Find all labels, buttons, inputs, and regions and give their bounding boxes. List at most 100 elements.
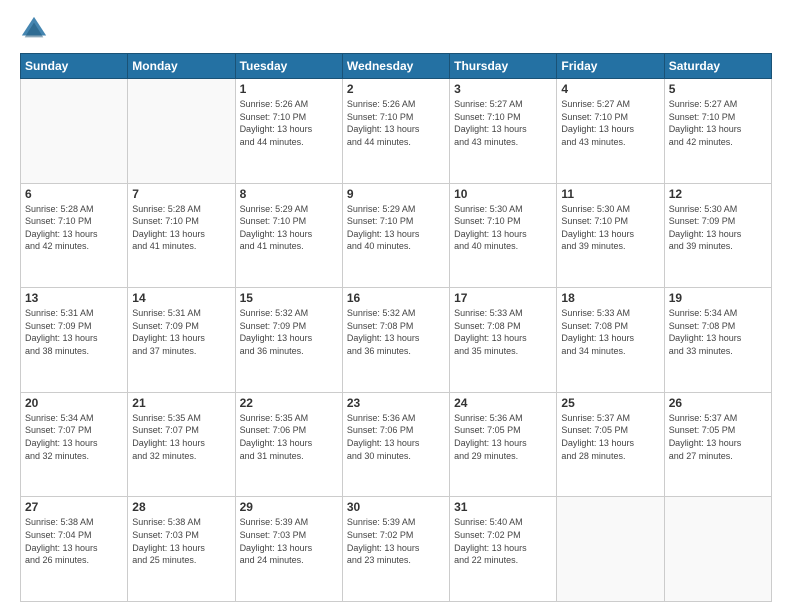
day-info: Sunrise: 5:26 AM Sunset: 7:10 PM Dayligh… xyxy=(347,98,445,148)
day-cell: 12Sunrise: 5:30 AM Sunset: 7:09 PM Dayli… xyxy=(664,183,771,288)
week-row-3: 13 Sunrise: 5:31 AM Sunset: 7:09 PM Dayli… xyxy=(21,288,772,393)
day-cell: 20 Sunrise: 5:34 AM Sunset: 7:07 PM Dayli… xyxy=(21,392,128,497)
day-number: 3 xyxy=(454,82,552,96)
day-cell: 29 Sunrise: 5:39 AM Sunset: 7:03 PM Dayli… xyxy=(235,497,342,602)
day-cell: 4 Sunrise: 5:27 AM Sunset: 7:10 PM Daylig… xyxy=(557,79,664,184)
day-number: 15 xyxy=(240,291,338,305)
day-cell: 3Sunrise: 5:27 AM Sunset: 7:10 PM Daylig… xyxy=(450,79,557,184)
col-header-saturday: Saturday xyxy=(664,54,771,79)
day-number: 17 xyxy=(454,291,552,305)
day-info: Sunrise: 5:28 AM Sunset: 7:10 PM Dayligh… xyxy=(132,203,230,253)
week-row-4: 20 Sunrise: 5:34 AM Sunset: 7:07 PM Dayli… xyxy=(21,392,772,497)
day-cell: 9 Sunrise: 5:29 AM Sunset: 7:10 PM Daylig… xyxy=(342,183,449,288)
col-header-sunday: Sunday xyxy=(21,54,128,79)
day-number: 14 xyxy=(132,291,230,305)
day-info: Sunrise: 5:26 AM Sunset: 7:10 PM Dayligh… xyxy=(240,98,338,148)
day-number: 13 xyxy=(25,291,123,305)
day-number: 16 xyxy=(347,291,445,305)
day-info: Sunrise: 5:33 AM Sunset: 7:08 PM Dayligh… xyxy=(561,307,659,357)
day-info: Sunrise: 5:37 AM Sunset: 7:05 PM Dayligh… xyxy=(669,412,767,462)
day-info: Sunrise: 5:34 AM Sunset: 7:07 PM Dayligh… xyxy=(25,412,123,462)
day-number: 27 xyxy=(25,500,123,514)
day-number: 11 xyxy=(561,187,659,201)
day-info: Sunrise: 5:39 AM Sunset: 7:03 PM Dayligh… xyxy=(240,516,338,566)
day-info: Sunrise: 5:29 AM Sunset: 7:10 PM Dayligh… xyxy=(240,203,338,253)
day-cell xyxy=(557,497,664,602)
day-cell: 14 Sunrise: 5:31 AM Sunset: 7:09 PM Dayli… xyxy=(128,288,235,393)
week-row-1: 1 Sunrise: 5:26 AM Sunset: 7:10 PM Daylig… xyxy=(21,79,772,184)
day-number: 28 xyxy=(132,500,230,514)
day-number: 8 xyxy=(240,187,338,201)
day-cell: 21 Sunrise: 5:35 AM Sunset: 7:07 PM Dayli… xyxy=(128,392,235,497)
day-cell: 30 Sunrise: 5:39 AM Sunset: 7:02 PM Dayli… xyxy=(342,497,449,602)
day-cell: 22Sunrise: 5:35 AM Sunset: 7:06 PM Dayli… xyxy=(235,392,342,497)
day-cell: 7Sunrise: 5:28 AM Sunset: 7:10 PM Daylig… xyxy=(128,183,235,288)
day-info: Sunrise: 5:30 AM Sunset: 7:10 PM Dayligh… xyxy=(561,203,659,253)
day-number: 20 xyxy=(25,396,123,410)
logo-icon xyxy=(20,15,48,43)
day-number: 5 xyxy=(669,82,767,96)
day-info: Sunrise: 5:34 AM Sunset: 7:08 PM Dayligh… xyxy=(669,307,767,357)
day-info: Sunrise: 5:36 AM Sunset: 7:06 PM Dayligh… xyxy=(347,412,445,462)
col-header-friday: Friday xyxy=(557,54,664,79)
day-info: Sunrise: 5:31 AM Sunset: 7:09 PM Dayligh… xyxy=(132,307,230,357)
col-header-thursday: Thursday xyxy=(450,54,557,79)
day-number: 2 xyxy=(347,82,445,96)
day-cell xyxy=(664,497,771,602)
header xyxy=(20,15,772,43)
day-number: 18 xyxy=(561,291,659,305)
day-number: 19 xyxy=(669,291,767,305)
day-number: 12 xyxy=(669,187,767,201)
day-cell: 5 Sunrise: 5:27 AM Sunset: 7:10 PM Daylig… xyxy=(664,79,771,184)
day-info: Sunrise: 5:30 AM Sunset: 7:10 PM Dayligh… xyxy=(454,203,552,253)
day-number: 6 xyxy=(25,187,123,201)
day-info: Sunrise: 5:39 AM Sunset: 7:02 PM Dayligh… xyxy=(347,516,445,566)
day-cell: 23 Sunrise: 5:36 AM Sunset: 7:06 PM Dayli… xyxy=(342,392,449,497)
day-number: 4 xyxy=(561,82,659,96)
day-info: Sunrise: 5:29 AM Sunset: 7:10 PM Dayligh… xyxy=(347,203,445,253)
logo xyxy=(20,15,52,43)
page: SundayMondayTuesdayWednesdayThursdayFrid… xyxy=(0,0,792,612)
day-info: Sunrise: 5:33 AM Sunset: 7:08 PM Dayligh… xyxy=(454,307,552,357)
day-number: 10 xyxy=(454,187,552,201)
day-info: Sunrise: 5:37 AM Sunset: 7:05 PM Dayligh… xyxy=(561,412,659,462)
calendar-table: SundayMondayTuesdayWednesdayThursdayFrid… xyxy=(20,53,772,602)
day-info: Sunrise: 5:36 AM Sunset: 7:05 PM Dayligh… xyxy=(454,412,552,462)
day-cell: 15 Sunrise: 5:32 AM Sunset: 7:09 PM Dayli… xyxy=(235,288,342,393)
day-cell: 24 Sunrise: 5:36 AM Sunset: 7:05 PM Dayli… xyxy=(450,392,557,497)
day-info: Sunrise: 5:40 AM Sunset: 7:02 PM Dayligh… xyxy=(454,516,552,566)
day-info: Sunrise: 5:32 AM Sunset: 7:09 PM Dayligh… xyxy=(240,307,338,357)
day-cell: 1 Sunrise: 5:26 AM Sunset: 7:10 PM Daylig… xyxy=(235,79,342,184)
day-info: Sunrise: 5:28 AM Sunset: 7:10 PM Dayligh… xyxy=(25,203,123,253)
day-number: 24 xyxy=(454,396,552,410)
day-cell: 18 Sunrise: 5:33 AM Sunset: 7:08 PM Dayli… xyxy=(557,288,664,393)
day-cell: 31Sunrise: 5:40 AM Sunset: 7:02 PM Dayli… xyxy=(450,497,557,602)
day-number: 30 xyxy=(347,500,445,514)
day-number: 9 xyxy=(347,187,445,201)
day-cell: 26 Sunrise: 5:37 AM Sunset: 7:05 PM Dayli… xyxy=(664,392,771,497)
day-number: 22 xyxy=(240,396,338,410)
day-info: Sunrise: 5:27 AM Sunset: 7:10 PM Dayligh… xyxy=(561,98,659,148)
day-number: 26 xyxy=(669,396,767,410)
day-number: 1 xyxy=(240,82,338,96)
day-cell: 28 Sunrise: 5:38 AM Sunset: 7:03 PM Dayli… xyxy=(128,497,235,602)
col-header-wednesday: Wednesday xyxy=(342,54,449,79)
day-info: Sunrise: 5:27 AM Sunset: 7:10 PM Dayligh… xyxy=(669,98,767,148)
day-number: 25 xyxy=(561,396,659,410)
day-number: 23 xyxy=(347,396,445,410)
day-info: Sunrise: 5:32 AM Sunset: 7:08 PM Dayligh… xyxy=(347,307,445,357)
day-info: Sunrise: 5:35 AM Sunset: 7:07 PM Dayligh… xyxy=(132,412,230,462)
day-cell: 13Sunrise: 5:31 AM Sunset: 7:09 PM Dayli… xyxy=(21,288,128,393)
day-cell: 27 Sunrise: 5:38 AM Sunset: 7:04 PM Dayli… xyxy=(21,497,128,602)
day-cell: 6 Sunrise: 5:28 AM Sunset: 7:10 PM Daylig… xyxy=(21,183,128,288)
day-info: Sunrise: 5:38 AM Sunset: 7:03 PM Dayligh… xyxy=(132,516,230,566)
day-cell: 2 Sunrise: 5:26 AM Sunset: 7:10 PM Daylig… xyxy=(342,79,449,184)
day-cell: 10 Sunrise: 5:30 AM Sunset: 7:10 PM Dayli… xyxy=(450,183,557,288)
col-header-tuesday: Tuesday xyxy=(235,54,342,79)
day-number: 21 xyxy=(132,396,230,410)
day-cell: 19 Sunrise: 5:34 AM Sunset: 7:08 PM Dayli… xyxy=(664,288,771,393)
day-number: 29 xyxy=(240,500,338,514)
day-info: Sunrise: 5:38 AM Sunset: 7:04 PM Dayligh… xyxy=(25,516,123,566)
day-cell xyxy=(128,79,235,184)
day-cell: 8 Sunrise: 5:29 AM Sunset: 7:10 PM Daylig… xyxy=(235,183,342,288)
